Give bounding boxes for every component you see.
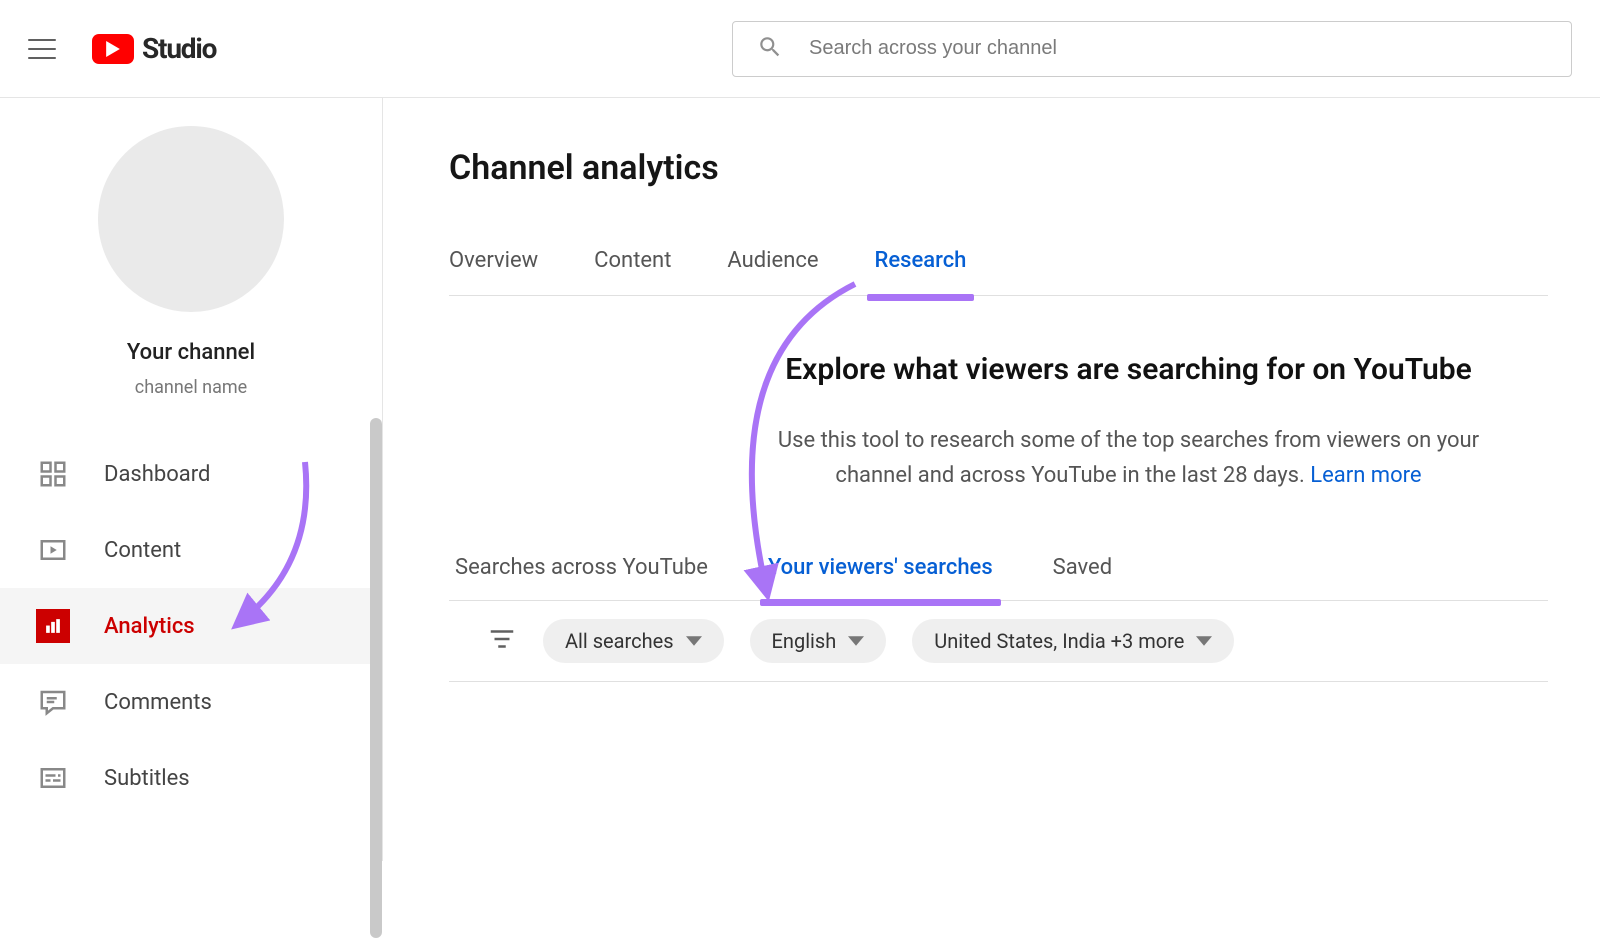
search-icon — [757, 34, 783, 64]
sidebar-item-comments[interactable]: Comments — [0, 664, 382, 740]
chevron-down-icon — [1196, 633, 1212, 649]
filter-chip-search-type[interactable]: All searches — [543, 619, 724, 663]
annotation-underline — [867, 294, 975, 301]
tab-research[interactable]: Research — [875, 248, 967, 295]
logo-text: Studio — [142, 32, 216, 65]
subtab-searches-youtube[interactable]: Searches across YouTube — [455, 555, 708, 600]
subtab-viewer-searches[interactable]: Your viewers' searches — [768, 555, 993, 600]
search-box[interactable] — [732, 21, 1572, 77]
research-subtabs: Searches across YouTube Your viewers' se… — [449, 555, 1548, 601]
menu-toggle[interactable] — [28, 39, 56, 59]
subtab-saved[interactable]: Saved — [1053, 555, 1112, 600]
filter-icon[interactable] — [487, 624, 517, 658]
sidebar-item-subtitles[interactable]: Subtitles — [0, 740, 382, 816]
comments-icon — [36, 685, 70, 719]
sidebar-item-analytics[interactable]: Analytics — [0, 588, 382, 664]
sidebar-item-label: Subtitles — [104, 766, 190, 791]
channel-avatar[interactable] — [98, 126, 284, 312]
sidebar-item-content[interactable]: Content — [0, 512, 382, 588]
learn-more-link[interactable]: Learn more — [1310, 463, 1421, 488]
sidebar-item-label: Analytics — [104, 614, 195, 639]
sidebar-item-label: Content — [104, 538, 181, 563]
filter-chip-region[interactable]: United States, India +3 more — [912, 619, 1234, 663]
youtube-play-icon — [92, 34, 134, 64]
subtitles-icon — [36, 761, 70, 795]
analytics-tabs: Overview Content Audience Research — [449, 248, 1548, 296]
tab-audience[interactable]: Audience — [727, 248, 818, 295]
filter-chip-language[interactable]: English — [750, 619, 887, 663]
sidebar-item-label: Dashboard — [104, 462, 210, 487]
annotation-underline — [760, 599, 1001, 606]
dashboard-icon — [36, 457, 70, 491]
sidebar-item-dashboard[interactable]: Dashboard — [0, 436, 382, 512]
hero-subtitle: Use this tool to research some of the to… — [749, 423, 1508, 493]
chevron-down-icon — [848, 633, 864, 649]
search-input[interactable] — [809, 37, 1547, 60]
sidebar-scrollbar[interactable] — [370, 418, 382, 938]
hero-title: Explore what viewers are searching for o… — [749, 352, 1508, 387]
channel-title: Your channel — [127, 340, 255, 365]
chevron-down-icon — [686, 633, 702, 649]
tab-content[interactable]: Content — [594, 248, 671, 295]
channel-name: channel name — [135, 377, 247, 398]
studio-logo[interactable]: Studio — [92, 32, 216, 65]
page-title: Channel analytics — [449, 148, 1548, 188]
sidebar-item-label: Comments — [104, 690, 212, 715]
analytics-icon — [36, 609, 70, 643]
content-icon — [36, 533, 70, 567]
tab-overview[interactable]: Overview — [449, 248, 538, 295]
